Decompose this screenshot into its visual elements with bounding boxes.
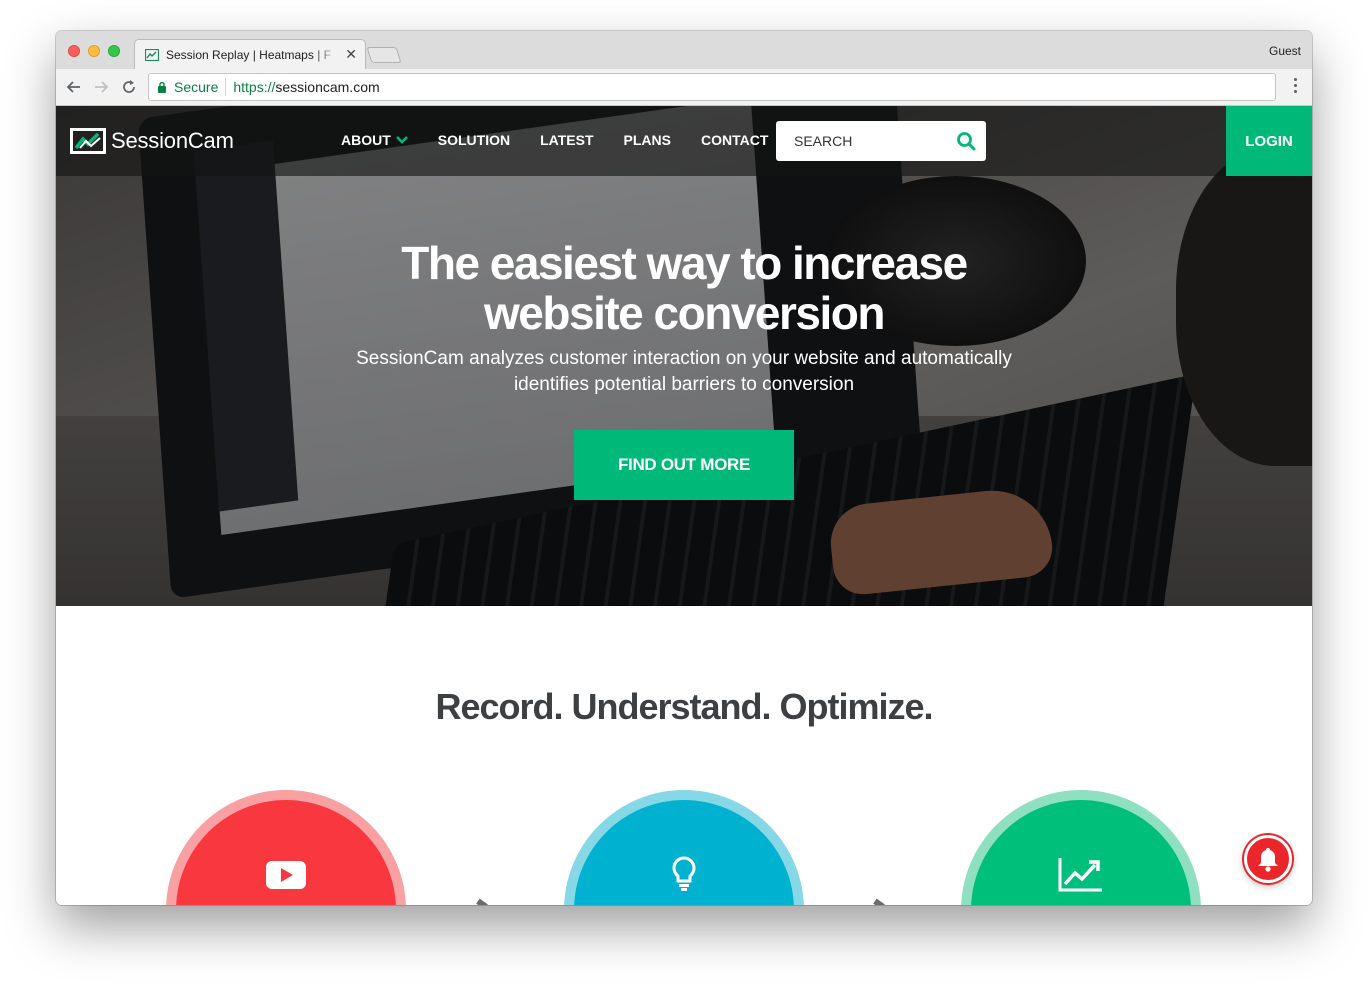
- tab-title: Session Replay | Heatmaps | F: [166, 47, 331, 62]
- search-icon[interactable]: [956, 131, 976, 151]
- address-bar[interactable]: Secure https:// sessioncam.com: [148, 73, 1276, 101]
- sessioncam-logo[interactable]: SessionCam: [70, 128, 234, 154]
- browser-window: Session Replay | Heatmaps | F ✕ Guest Se…: [56, 31, 1312, 905]
- secure-label: Secure: [174, 79, 219, 95]
- browser-tab[interactable]: Session Replay | Heatmaps | F ✕: [134, 39, 366, 69]
- new-tab-button[interactable]: [366, 47, 402, 63]
- close-window-button[interactable]: [68, 45, 80, 57]
- hero-title: The easiest way to increase website conv…: [401, 237, 968, 339]
- sessioncam-logo-icon: [70, 128, 106, 154]
- login-button[interactable]: LOGIN: [1226, 106, 1312, 176]
- logo-text: SessionCam: [111, 128, 234, 153]
- reload-icon[interactable]: [121, 79, 137, 95]
- url-host: sessioncam.com: [275, 79, 380, 95]
- feature-connector: [476, 898, 488, 905]
- play-icon: [266, 861, 306, 889]
- feature-connector: [873, 898, 885, 905]
- hero-subtitle: SessionCam analyzes customer interaction…: [356, 348, 1012, 395]
- nav-about-label: ABOUT: [341, 132, 391, 148]
- trend-chart-icon: [1058, 858, 1102, 892]
- nav-latest[interactable]: LATEST: [540, 132, 593, 148]
- nav-contact[interactable]: CONTACT: [701, 132, 768, 148]
- sessioncam-favicon-icon: [145, 48, 159, 61]
- features-title: Record. Understand. Optimize.: [435, 686, 933, 727]
- hero-section: SessionCam ABOUT SOLUTION LATEST PLANS C…: [56, 106, 1312, 606]
- feature-optimize[interactable]: [961, 790, 1201, 905]
- lightbulb-icon: [672, 856, 696, 891]
- nav-solution[interactable]: SOLUTION: [438, 132, 510, 148]
- page-viewport: SessionCam ABOUT SOLUTION LATEST PLANS C…: [56, 106, 1312, 905]
- find-out-more-button[interactable]: FIND OUT MORE: [574, 430, 794, 500]
- lock-icon: [158, 81, 166, 93]
- minimize-window-button[interactable]: [88, 45, 100, 57]
- site-header: SessionCam ABOUT SOLUTION LATEST PLANS C…: [56, 106, 1312, 176]
- browser-tabbar: Session Replay | Heatmaps | F ✕ Guest: [56, 31, 1312, 69]
- hero-content: The easiest way to increase website conv…: [56, 238, 1312, 500]
- back-arrow-icon[interactable]: [66, 79, 82, 95]
- nav-about[interactable]: ABOUT: [341, 132, 408, 148]
- bell-icon: [1258, 848, 1278, 872]
- main-nav: ABOUT SOLUTION LATEST PLANS CONTACT: [341, 132, 798, 148]
- chevron-down-icon: [395, 136, 408, 144]
- feature-record[interactable]: [166, 790, 406, 905]
- notification-bell-button[interactable]: [1244, 835, 1292, 883]
- nav-plans[interactable]: PLANS: [624, 132, 671, 148]
- forward-arrow-icon[interactable]: [93, 79, 109, 95]
- url-scheme: https://: [233, 79, 276, 95]
- search-input[interactable]: [794, 133, 956, 149]
- address-separator: [225, 78, 227, 96]
- browser-menu-icon[interactable]: [1294, 78, 1298, 96]
- feature-understand[interactable]: [564, 790, 804, 905]
- profile-label[interactable]: Guest: [1269, 44, 1301, 58]
- tab-close-icon[interactable]: ✕: [345, 46, 357, 63]
- site-search: [776, 121, 986, 161]
- maximize-window-button[interactable]: [108, 45, 120, 57]
- browser-toolbar: Secure https:// sessioncam.com: [56, 69, 1312, 106]
